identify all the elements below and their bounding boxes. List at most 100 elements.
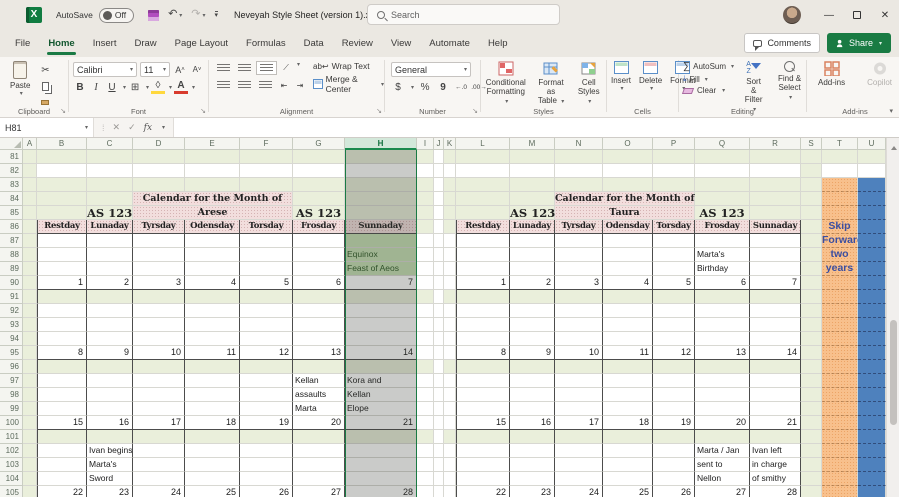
grid-cell-G89[interactable] (293, 262, 345, 276)
grid-cell-T104[interactable] (822, 472, 858, 486)
grid-cell-E103[interactable] (185, 458, 240, 472)
clear-button[interactable]: Clear▾ (683, 86, 734, 95)
grid-cell-M84[interactable] (510, 192, 555, 206)
calendar-cell-G97[interactable]: Kellan (293, 374, 345, 388)
align-middle-icon[interactable] (235, 61, 254, 75)
grid-cell-Q96[interactable] (695, 360, 750, 374)
font-size-select[interactable]: 11▾ (140, 62, 170, 77)
grid-cell-B89[interactable] (37, 262, 87, 276)
calendar-cell-L100[interactable]: 15 (456, 416, 510, 430)
grid-cell-S90[interactable] (801, 276, 822, 290)
format-as-table-button[interactable]: Format asTable ▾ (531, 61, 572, 107)
tab-formulas[interactable]: Formulas (237, 31, 295, 57)
grid-cell-M103[interactable] (510, 458, 555, 472)
calendar-cell-C86[interactable]: Lunaday (87, 220, 133, 234)
column-header-F[interactable]: F (240, 138, 293, 150)
column-header-E[interactable]: E (185, 138, 240, 150)
grid-cell-N87[interactable] (555, 234, 603, 248)
grid-cell-N91[interactable] (555, 290, 603, 304)
grid-cell-J82[interactable] (434, 164, 444, 178)
calendar-cell-D105[interactable]: 24 (133, 486, 185, 497)
comma-style-icon[interactable]: 9 (436, 80, 450, 94)
grid-cell-L89[interactable] (456, 262, 510, 276)
grid-cell-C82[interactable] (87, 164, 133, 178)
grid-cell-B101[interactable] (37, 430, 87, 444)
row-header-101[interactable]: 101 (0, 430, 23, 444)
grid-cell-H94[interactable] (345, 332, 417, 346)
grid-cell-L83[interactable] (456, 178, 510, 192)
row-header-98[interactable]: 98 (0, 388, 23, 402)
calendar-cell-H100[interactable]: 21 (345, 416, 417, 430)
calendar-cell-Q90[interactable]: 6 (695, 276, 750, 290)
grid-cell-T82[interactable] (822, 164, 858, 178)
grid-cell-H81[interactable] (345, 150, 417, 164)
grid-cell-E94[interactable] (185, 332, 240, 346)
align-center-icon[interactable] (235, 78, 254, 92)
calendar-cell-C103[interactable]: Marta's (87, 458, 133, 472)
grid-cell-U100[interactable] (858, 416, 886, 430)
grid-cell-C83[interactable] (87, 178, 133, 192)
grid-cell-U82[interactable] (858, 164, 886, 178)
grid-cell-I98[interactable] (417, 388, 434, 402)
grid-cell-P89[interactable] (653, 262, 695, 276)
grid-cell-G101[interactable] (293, 430, 345, 444)
align-left-icon[interactable] (214, 78, 233, 92)
grid-cell-L93[interactable] (456, 318, 510, 332)
column-header-I[interactable]: I (417, 138, 434, 150)
calendar-cell-G85[interactable]: AS 123 (293, 206, 345, 220)
calendar-cell-D86[interactable]: Tyrsday (133, 220, 185, 234)
grid-cell-N99[interactable] (555, 402, 603, 416)
row-header-94[interactable]: 94 (0, 332, 23, 346)
grid-cell-O98[interactable] (603, 388, 653, 402)
grid-cell-C97[interactable] (87, 374, 133, 388)
grid-cell-A83[interactable] (23, 178, 37, 192)
calendar-cell-F86[interactable]: Torsday (240, 220, 293, 234)
grid-cell-N101[interactable] (555, 430, 603, 444)
grid-cell-B82[interactable] (37, 164, 87, 178)
grid-cell-O103[interactable] (603, 458, 653, 472)
calendar-cell-C104[interactable]: Sword (87, 472, 133, 486)
grid-cell-I88[interactable] (417, 248, 434, 262)
excel-app-icon[interactable]: X (26, 7, 42, 23)
grid-cell-G91[interactable] (293, 290, 345, 304)
grid-cell-I94[interactable] (417, 332, 434, 346)
grid-cell-F87[interactable] (240, 234, 293, 248)
grid-cell-B83[interactable] (37, 178, 87, 192)
fill-button[interactable]: ⤓Fill▾ (683, 74, 734, 84)
grid-cell-E91[interactable] (185, 290, 240, 304)
grid-cell-G87[interactable] (293, 234, 345, 248)
calendar-cell-H90[interactable]: 7 (345, 276, 417, 290)
grid-cell-E104[interactable] (185, 472, 240, 486)
minimize-button[interactable]: — (815, 0, 843, 30)
grid-cell-R93[interactable] (750, 318, 801, 332)
calendar-cell-E86[interactable]: Odensday (185, 220, 240, 234)
grid-cell-S105[interactable] (801, 486, 822, 497)
grid-cell-T102[interactable] (822, 444, 858, 458)
grid-cell-L94[interactable] (456, 332, 510, 346)
align-right-icon[interactable] (256, 78, 275, 92)
grid-cell-I84[interactable] (417, 192, 434, 206)
column-header-P[interactable]: P (653, 138, 695, 150)
grid-cell-J97[interactable] (434, 374, 444, 388)
currency-icon[interactable]: $ (391, 80, 405, 94)
grid-cell-J91[interactable] (434, 290, 444, 304)
delete-cells-button[interactable]: Delete▾ (635, 61, 666, 94)
grid-cell-T90[interactable] (822, 276, 858, 290)
tab-view[interactable]: View (382, 31, 420, 57)
grid-cell-O104[interactable] (603, 472, 653, 486)
grid-cell-A84[interactable] (23, 192, 37, 206)
grid-cell-F93[interactable] (240, 318, 293, 332)
grid-cell-B96[interactable] (37, 360, 87, 374)
grid-cell-J81[interactable] (434, 150, 444, 164)
borders-icon[interactable]: ⊞ (128, 80, 142, 94)
grid-cell-K94[interactable] (444, 332, 456, 346)
grid-cell-R94[interactable] (750, 332, 801, 346)
share-button[interactable]: Share ▾ (827, 33, 891, 53)
grid-cell-B87[interactable] (37, 234, 87, 248)
grid-cell-D101[interactable] (133, 430, 185, 444)
grid-cell-C89[interactable] (87, 262, 133, 276)
grid-cell-L82[interactable] (456, 164, 510, 178)
calendar-cell-R103[interactable]: in charge (750, 458, 801, 472)
grid-cell-K84[interactable] (444, 192, 456, 206)
grid-cell-R97[interactable] (750, 374, 801, 388)
